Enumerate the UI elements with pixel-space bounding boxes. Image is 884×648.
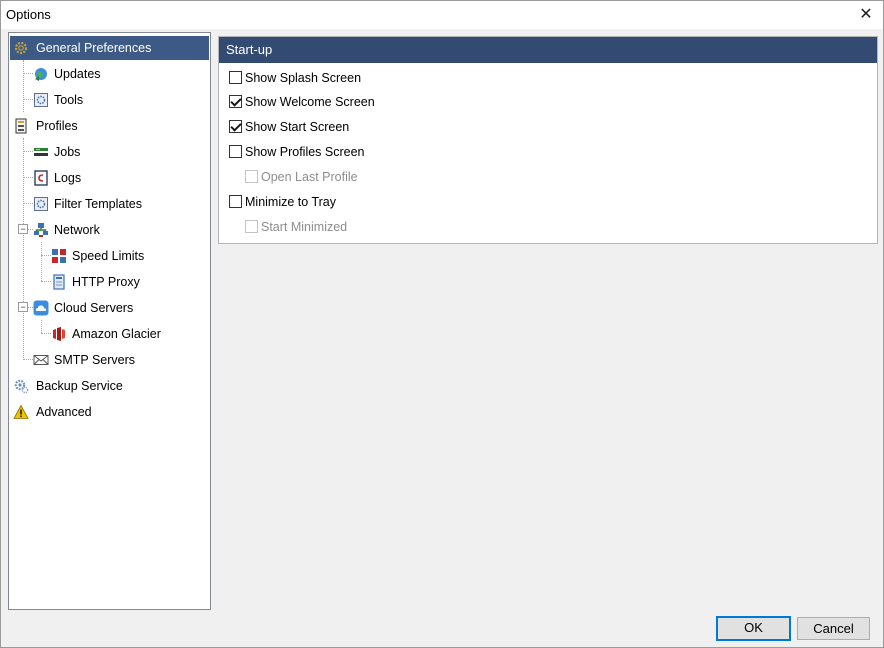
warning-icon [13,404,29,420]
tree-item-label: General Preferences [36,41,152,55]
checkbox-box[interactable] [245,170,258,183]
checkbox-label: Show Start Screen [245,120,350,134]
tree-item-label: Speed Limits [72,249,145,263]
checkbox-label: Show Profiles Screen [245,145,365,159]
startup-header-title: Start-up [226,42,273,57]
logs-icon [33,170,49,186]
tree-item-label: Updates [54,67,101,81]
amazon-glacier-icon [51,326,67,342]
tree-item-label: Profiles [36,119,78,133]
tree-item-label: Network [54,223,100,237]
startup-header: Start-up [219,37,877,63]
options-tree[interactable]: − − General Preferences Updates Tools Pr… [8,32,211,610]
tree-item-label: Jobs [54,145,81,159]
window-title: Options [6,7,51,22]
checkbox-label: Show Welcome Screen [245,95,375,109]
checkbox-box[interactable] [229,145,242,158]
http-proxy-icon [51,274,67,290]
cancel-button[interactable]: Cancel [797,617,870,640]
gear-icon [13,40,29,56]
ok-button[interactable]: OK [716,616,791,641]
checkbox-label: Start Minimized [261,220,348,234]
checkbox-label: Open Last Profile [261,170,358,184]
envelope-icon [33,352,49,368]
tree-item-label: Cloud Servers [54,301,134,315]
checkbox-label: Minimize to Tray [245,195,336,209]
profiles-icon [13,118,29,134]
tree-item-label: Advanced [36,405,92,419]
tree-item-label: HTTP Proxy [72,275,140,289]
tree-item-label: Logs [54,171,82,185]
checkbox-box[interactable] [229,120,242,133]
close-icon[interactable]: ✕ [849,1,883,29]
backup-service-icon [13,378,29,394]
tree-item-general-preferences[interactable]: General Preferences [9,36,209,60]
speed-limits-icon [51,248,67,264]
startup-group: Start-up Show Splash Screen Show Welcome… [218,36,878,244]
tools-icon [33,92,49,108]
checkbox-label: Show Splash Screen [245,71,362,85]
tree-item-label: Tools [54,93,84,107]
cloud-icon [33,300,49,316]
jobs-icon [33,144,49,160]
checkbox-box[interactable] [229,95,242,108]
tree-item-label: SMTP Servers [54,353,136,367]
tree-item-label: Amazon Glacier [72,327,161,341]
network-collapse-toggle[interactable]: − [18,224,28,234]
globe-update-icon [33,66,49,82]
checkbox-box[interactable] [245,220,258,233]
tree-item-label: Filter Templates [54,197,142,211]
checkbox-box[interactable] [229,71,242,84]
title-bar: Options ✕ [1,1,883,29]
tree-item-label: Backup Service [36,379,123,393]
network-icon [33,222,49,238]
cloud-servers-collapse-toggle[interactable]: − [18,302,28,312]
checkbox-box[interactable] [229,195,242,208]
options-window: Options ✕ − − General Preferences Update… [0,0,884,648]
filter-templates-icon [33,196,49,212]
